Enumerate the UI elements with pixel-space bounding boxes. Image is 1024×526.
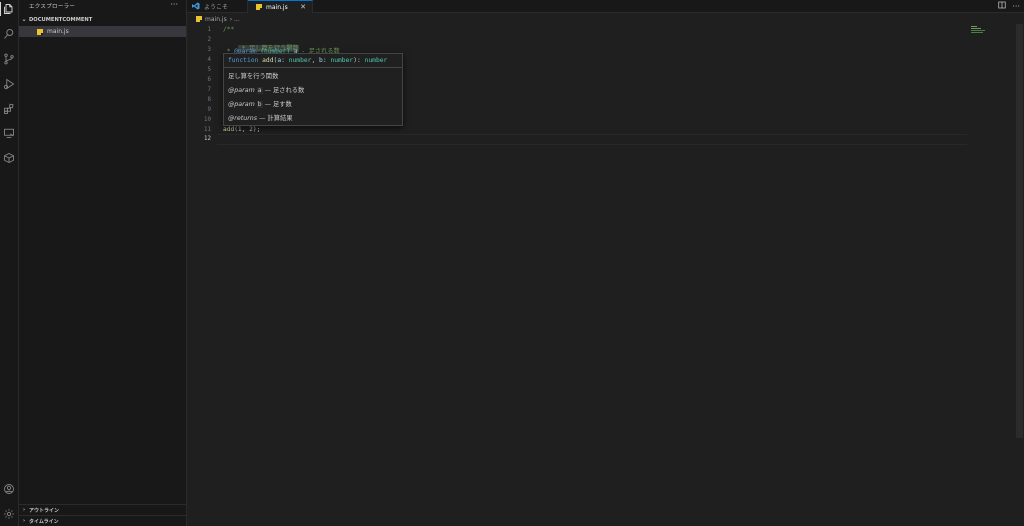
explorer-more-actions-icon[interactable]: ··· (170, 0, 178, 9)
settings-gear-icon[interactable] (2, 507, 16, 521)
line-number: 5 (207, 67, 212, 73)
explorer-title: エクスプローラー (29, 4, 76, 10)
param-tag: @param (228, 101, 255, 108)
extensions-icon[interactable] (2, 102, 16, 116)
call-function-name: add (223, 126, 235, 133)
line-number: 2 (207, 37, 212, 43)
vscode-logo-icon (192, 2, 200, 10)
line-number: 6 (207, 77, 212, 83)
function-name: add (262, 57, 274, 64)
line-number: 7 (207, 87, 212, 93)
outline-panel-label: アウトライン (29, 507, 60, 514)
tab-main-js-label: main.js (266, 3, 288, 11)
workspace-folder[interactable]: ⌄ DOCUMENTCOMMENT (19, 15, 186, 24)
editor-tab-bar: ようこそ main.js ✕ ··· (187, 0, 1024, 13)
param-desc: — 足される数 (264, 87, 305, 94)
line-number: 9 (207, 107, 212, 113)
returns-desc: — 計算結果 (259, 115, 293, 122)
file-item-main-js[interactable]: main.js (19, 26, 186, 37)
chevron-right-icon: › (22, 518, 26, 524)
tab-welcome[interactable]: ようこそ (187, 0, 248, 12)
hover-param-a: @param a — 足される数 (228, 85, 304, 94)
hover-tooltip: function add(a: number, b: number): numb… (223, 53, 403, 126)
param-tag: @param (228, 87, 255, 94)
param-name: a (256, 87, 263, 94)
paren-semicolon: ); (252, 126, 261, 133)
minimap-line (971, 30, 985, 31)
javascript-file-icon (256, 4, 262, 10)
split-editor-icon[interactable] (998, 1, 1006, 11)
timeline-panel-label: タイムライン (29, 518, 59, 525)
line-number: 4 (207, 57, 212, 63)
hover-param-b: @param b — 足す数 (228, 99, 292, 108)
colon: : (281, 57, 289, 64)
comma: , (311, 57, 320, 64)
minimap-line (971, 26, 977, 27)
hover-returns: @returns — 計算結果 (228, 113, 293, 122)
run-debug-icon[interactable] (2, 77, 16, 91)
tab-main-js[interactable]: main.js ✕ (248, 0, 313, 13)
colon: : (356, 57, 365, 64)
close-icon[interactable]: ✕ (300, 3, 306, 11)
code-line-1: /** (223, 26, 235, 33)
keyword: function (228, 57, 259, 64)
returns-tag: @returns (228, 115, 258, 122)
param-type: number (330, 57, 354, 64)
outline-panel-header[interactable]: › アウトライン (19, 504, 186, 515)
remote-explorer-icon[interactable] (2, 126, 16, 140)
chevron-right-icon: › (22, 507, 26, 513)
line-number-current: 12 (204, 136, 211, 142)
timeline-panel-header[interactable]: › タイムライン (19, 515, 186, 526)
hover-signature: function add(a: number, b: number): numb… (228, 57, 387, 64)
more-actions-icon[interactable]: ··· (1012, 2, 1020, 11)
line-number: 11 (204, 127, 211, 133)
package-icon[interactable] (2, 151, 16, 165)
line-number: 1 (207, 27, 212, 33)
explorer-sidebar: エクスプローラー ··· ⌄ DOCUMENTCOMMENT main.js ›… (19, 0, 187, 526)
param-desc: — 足す数 (264, 101, 292, 108)
search-icon[interactable] (2, 27, 16, 41)
minimap[interactable] (971, 26, 1001, 46)
source-control-icon[interactable] (2, 52, 16, 66)
workspace-folder-label: DOCUMENTCOMMENT (29, 16, 93, 23)
param-type: number (288, 57, 312, 64)
line-number: 8 (207, 97, 212, 103)
javascript-file-icon (196, 16, 202, 22)
tab-welcome-label: ようこそ (204, 3, 229, 11)
files-icon[interactable] (0, 2, 16, 16)
comma: , (241, 126, 250, 133)
hover-separator (224, 67, 402, 68)
vertical-scrollbar[interactable] (1016, 24, 1023, 438)
param-name: b (256, 101, 263, 108)
code-line-11: add(1, 2); (223, 126, 260, 133)
javascript-file-icon (37, 28, 43, 35)
minimap-line (971, 32, 983, 33)
tab-actions: ··· (998, 0, 1020, 12)
breadcrumb-rest[interactable]: › ... (230, 16, 240, 23)
hover-summary: 足し算を行う関数 (228, 73, 279, 80)
activity-bar (0, 0, 19, 526)
current-line-highlight (217, 134, 967, 145)
line-number: 10 (204, 117, 211, 123)
breadcrumb[interactable]: main.js › ... (196, 14, 240, 24)
account-icon[interactable] (2, 482, 16, 496)
breadcrumb-file[interactable]: main.js (205, 16, 227, 23)
return-type: number (364, 57, 388, 64)
file-item-label: main.js (47, 28, 69, 35)
minimap-line (971, 28, 981, 29)
line-number: 3 (207, 47, 212, 53)
chevron-down-icon: ⌄ (21, 16, 27, 23)
